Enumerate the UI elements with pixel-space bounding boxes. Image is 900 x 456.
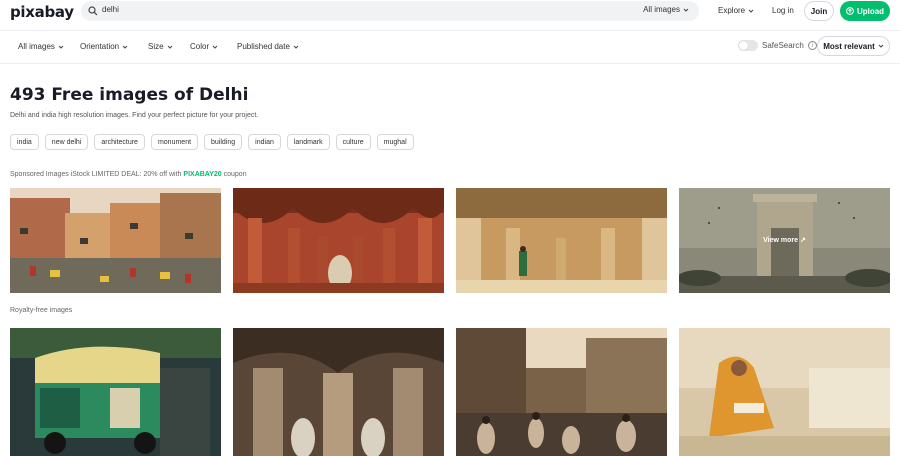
sponsored-banner: Sponsored Images iStock LIMITED DEAL: 20…	[10, 171, 247, 178]
explore-menu[interactable]: Explore	[718, 6, 754, 15]
chevron-down-icon	[878, 44, 884, 48]
arches-photo	[233, 328, 444, 456]
upload-icon	[846, 7, 854, 15]
image-woman-sitting[interactable]	[679, 328, 890, 456]
filter-label: Published date	[237, 42, 290, 51]
sponsored-image-street[interactable]	[10, 188, 221, 293]
search-type-dropdown[interactable]: All images	[643, 5, 689, 14]
chevron-down-icon	[122, 45, 128, 49]
market-photo	[456, 328, 667, 456]
coupon-code[interactable]: PIXABAY20	[183, 171, 221, 178]
sort-dropdown[interactable]: Most relevant	[817, 36, 890, 56]
tag-chip[interactable]: monument	[150, 134, 199, 150]
image-auto-rickshaw[interactable]	[10, 328, 221, 456]
red-fort-photo	[233, 188, 444, 293]
upload-button[interactable]: Upload	[840, 1, 890, 21]
page-title: 493 Free images of Delhi	[10, 85, 249, 105]
search-icon	[88, 6, 98, 16]
sponsored-image-red-fort[interactable]	[233, 188, 444, 293]
page-subtitle: Delhi and india high resolution images. …	[10, 112, 259, 119]
search-type-label: All images	[643, 5, 680, 14]
sponsored-text: Sponsored Images iStock LIMITED DEAL: 20…	[10, 171, 184, 178]
chevron-down-icon	[748, 9, 754, 13]
tag-chip[interactable]: culture	[335, 134, 371, 150]
filter-label: Orientation	[80, 42, 120, 51]
explore-label: Explore	[718, 6, 746, 15]
filter-orientation[interactable]: Orientation	[80, 42, 128, 51]
sponsored-image-india-gate[interactable]: View more ↗	[679, 188, 890, 293]
sort-label: Most relevant	[823, 41, 875, 51]
tag-chip[interactable]: building	[204, 134, 243, 150]
search-input[interactable]: delhi	[102, 5, 119, 14]
image-carved-arches[interactable]	[233, 328, 444, 456]
sponsored-suffix: coupon	[221, 171, 247, 178]
upload-label: Upload	[856, 6, 885, 16]
join-button[interactable]: Join	[804, 1, 834, 21]
street-photo	[10, 188, 221, 293]
filter-color[interactable]: Color	[190, 42, 218, 51]
filter-label: Size	[148, 42, 164, 51]
chevron-down-icon	[167, 45, 172, 49]
chevron-down-icon	[683, 8, 689, 12]
image-street-market[interactable]	[456, 328, 667, 456]
safesearch-toggle[interactable]	[738, 40, 758, 51]
chevron-down-icon	[58, 45, 64, 49]
related-tags: india new delhi architecture monument bu…	[10, 134, 414, 150]
filter-published-date[interactable]: Published date	[237, 42, 299, 51]
tag-chip[interactable]: india	[10, 134, 39, 150]
filter-bar: All images Orientation Size Color Publis…	[0, 30, 900, 64]
chevron-down-icon	[212, 45, 218, 49]
pixabay-logo[interactable]: pixabay	[10, 3, 74, 21]
tag-chip[interactable]: indian	[248, 134, 281, 150]
top-navigation: pixabay delhi All images Explore Log in …	[0, 0, 900, 24]
login-link[interactable]: Log in	[772, 6, 794, 15]
view-more-label: View more	[763, 237, 799, 244]
chevron-down-icon	[293, 45, 299, 49]
tag-chip[interactable]: landmark	[286, 134, 330, 150]
sponsored-image-palace[interactable]	[456, 188, 667, 293]
info-icon[interactable]: i	[807, 41, 817, 50]
woman-photo	[679, 328, 890, 456]
tag-chip[interactable]: mughal	[376, 134, 414, 150]
filter-all-images[interactable]: All images	[18, 42, 64, 51]
view-more-overlay[interactable]: View more ↗	[679, 236, 890, 244]
safesearch-control: SafeSearch i	[738, 40, 817, 51]
royalty-free-label: Royalty-free images	[10, 307, 73, 314]
tag-chip[interactable]: new delhi	[44, 134, 89, 150]
filter-size[interactable]: Size	[148, 42, 173, 51]
safesearch-label: SafeSearch	[762, 41, 804, 50]
rickshaw-photo	[10, 328, 221, 456]
tag-chip[interactable]: architecture	[94, 134, 145, 150]
filter-label: All images	[18, 42, 55, 51]
external-link-icon: ↗	[799, 237, 806, 244]
palace-photo	[456, 188, 667, 293]
search-bar[interactable]: delhi All images	[81, 1, 699, 21]
filter-label: Color	[190, 42, 210, 51]
